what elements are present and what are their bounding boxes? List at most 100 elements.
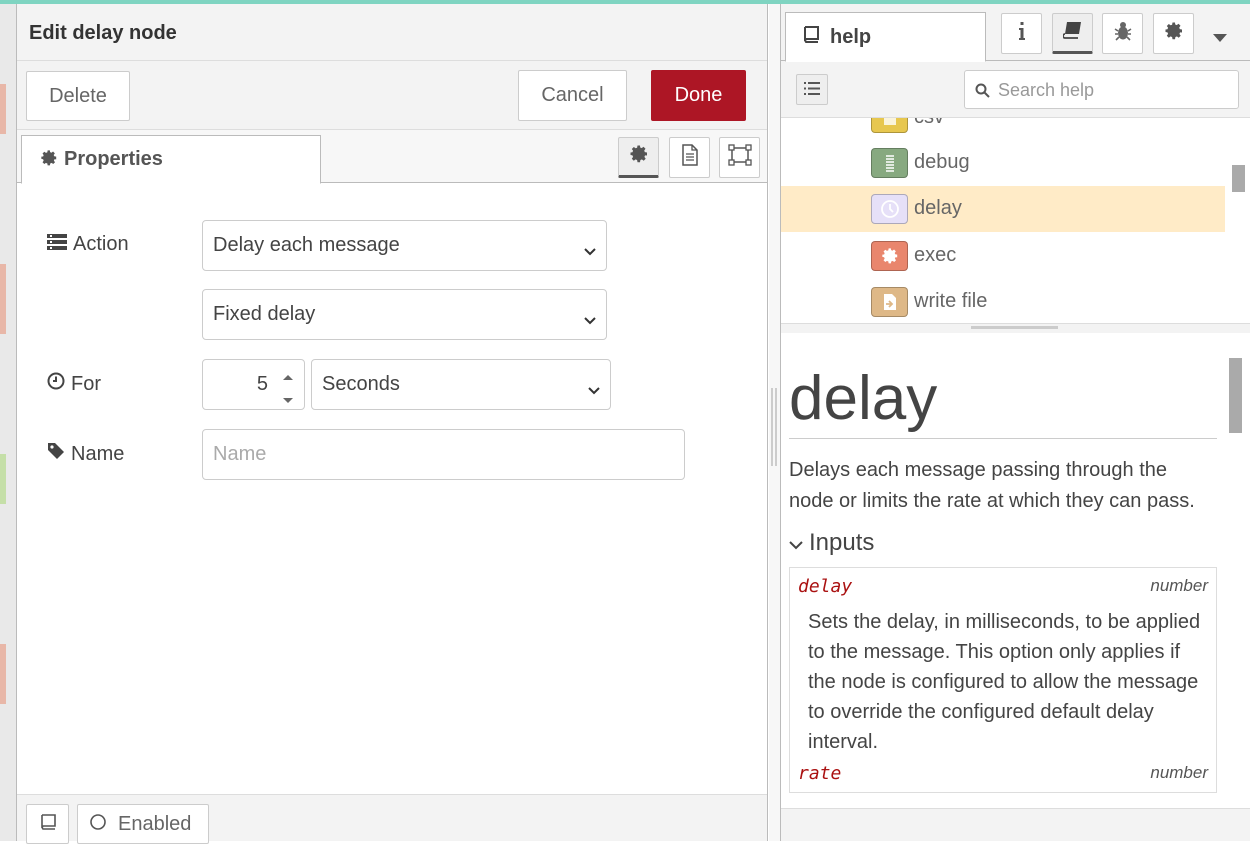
property-type: number	[1150, 763, 1208, 782]
help-title: delay	[789, 363, 1217, 439]
help-scrollbar[interactable]	[1225, 333, 1250, 808]
property-name: delay	[798, 576, 853, 597]
property-list: delay number Sets the delay, in millisec…	[789, 567, 1217, 793]
chevron-down-icon	[789, 529, 803, 557]
inputs-heading-label: Inputs	[809, 529, 875, 556]
help-content: delay Delays each message passing throug…	[781, 333, 1225, 808]
sidebar-footer	[781, 808, 1250, 841]
name-label: Name	[71, 442, 125, 465]
cancel-button[interactable]: Cancel	[518, 70, 627, 121]
tray-toolbar: Delete Cancel Done	[17, 61, 767, 130]
tree-item-label: write file	[914, 290, 988, 312]
for-label: For	[71, 372, 101, 395]
help-search-row: Search help	[781, 61, 1250, 118]
tree-scrollbar[interactable]	[1225, 118, 1250, 323]
enabled-label: Enabled	[118, 812, 192, 835]
help-search-placeholder: Search help	[998, 80, 1095, 100]
tray-footer: Enabled	[17, 794, 767, 844]
list-item[interactable]: debug	[781, 140, 1225, 186]
tab-help[interactable]: help	[785, 12, 986, 62]
help-button[interactable]	[1052, 13, 1093, 54]
search-icon	[975, 82, 990, 103]
clock-icon	[47, 372, 65, 396]
inputs-heading[interactable]: Inputs	[789, 529, 1217, 557]
panel-splitter[interactable]	[769, 4, 780, 841]
action-select-value: Delay each message	[213, 234, 400, 256]
list-item[interactable]: write file	[781, 279, 1225, 323]
help-book-button[interactable]	[26, 804, 69, 844]
gear-icon	[1164, 21, 1184, 46]
sidebar-tabs: help	[781, 4, 1250, 62]
circle-icon	[90, 813, 106, 836]
book-icon	[1061, 21, 1083, 44]
chevron-down-icon	[588, 378, 600, 401]
action-select[interactable]: Delay each message	[202, 220, 607, 271]
help-splitter[interactable]	[781, 323, 1250, 333]
help-search-input[interactable]: Search help	[964, 70, 1239, 109]
document-icon	[681, 144, 699, 171]
property-name: rate	[798, 763, 842, 784]
tab-properties-label: Properties	[64, 148, 163, 170]
action-label-group: Action	[47, 233, 129, 256]
gear-icon	[629, 144, 649, 169]
book-icon	[39, 813, 57, 836]
list-item[interactable]: delay	[781, 186, 1225, 232]
for-value: 5	[256, 373, 268, 395]
config-button[interactable]	[1153, 13, 1194, 54]
spinner-up-icon[interactable]	[282, 368, 294, 386]
debug-node-icon	[871, 148, 908, 178]
toc-toggle-button[interactable]	[796, 74, 828, 105]
for-units-value: Seconds	[322, 373, 400, 395]
name-input[interactable]: Name	[202, 429, 685, 480]
list-icon	[804, 78, 820, 101]
tray-title: Edit delay node	[17, 4, 767, 61]
info-button[interactable]	[1001, 13, 1042, 54]
enabled-toggle[interactable]: Enabled	[77, 804, 209, 844]
help-sidebar: help Search help csv	[780, 4, 1250, 841]
list-item[interactable]: exec	[781, 233, 1225, 279]
delete-button[interactable]: Delete	[26, 71, 130, 121]
node-appearance-icon	[727, 144, 752, 171]
bug-icon	[1114, 21, 1132, 46]
for-spinner[interactable]: 5	[202, 359, 305, 410]
tab-node-properties[interactable]	[618, 137, 659, 178]
tab-properties[interactable]: Properties	[21, 135, 321, 184]
timer-icon	[871, 194, 908, 224]
list-icon	[47, 233, 67, 256]
tab-help-label: help	[830, 26, 872, 48]
chevron-down-icon	[584, 308, 596, 331]
for-units-select[interactable]: Seconds	[311, 359, 611, 410]
property-description: Sets the delay, in milliseconds, to be a…	[808, 611, 1201, 753]
delay-type-value: Fixed delay	[213, 303, 316, 325]
book-icon	[802, 26, 820, 61]
tab-appearance[interactable]	[719, 137, 760, 178]
done-button[interactable]: Done	[651, 70, 746, 121]
tag-icon	[47, 442, 65, 466]
tree-item-label: exec	[914, 244, 957, 266]
chevron-down-icon[interactable]	[1213, 29, 1227, 47]
tree-item-label: csv	[914, 118, 944, 129]
help-description: Delays each message passing through the …	[789, 459, 1195, 512]
name-label-group: Name	[47, 442, 124, 466]
for-label-group: For	[47, 372, 101, 396]
gear-icon	[871, 241, 908, 271]
gear-icon	[40, 149, 58, 173]
property-type: number	[1150, 576, 1208, 595]
debug-button[interactable]	[1102, 13, 1143, 54]
chevron-down-icon	[584, 239, 596, 262]
file-icon	[871, 287, 908, 317]
property-header: delay number	[798, 576, 1208, 597]
list-item[interactable]: csv	[781, 118, 1225, 141]
workspace-edge	[0, 4, 17, 841]
editor-tabbar: Properties	[17, 130, 767, 184]
delay-type-select[interactable]: Fixed delay	[202, 289, 607, 340]
action-label: Action	[73, 233, 129, 255]
property-header: rate number	[798, 763, 1208, 784]
spinner-down-icon[interactable]	[282, 392, 294, 410]
info-icon	[1018, 22, 1026, 45]
help-node-tree: csv debug delay exec write file	[781, 118, 1225, 323]
edit-node-tray: Edit delay node Delete Cancel Done Prope…	[17, 4, 768, 844]
csv-node-icon	[871, 118, 908, 133]
tree-item-label: delay	[914, 197, 962, 219]
tab-description[interactable]	[669, 137, 710, 178]
